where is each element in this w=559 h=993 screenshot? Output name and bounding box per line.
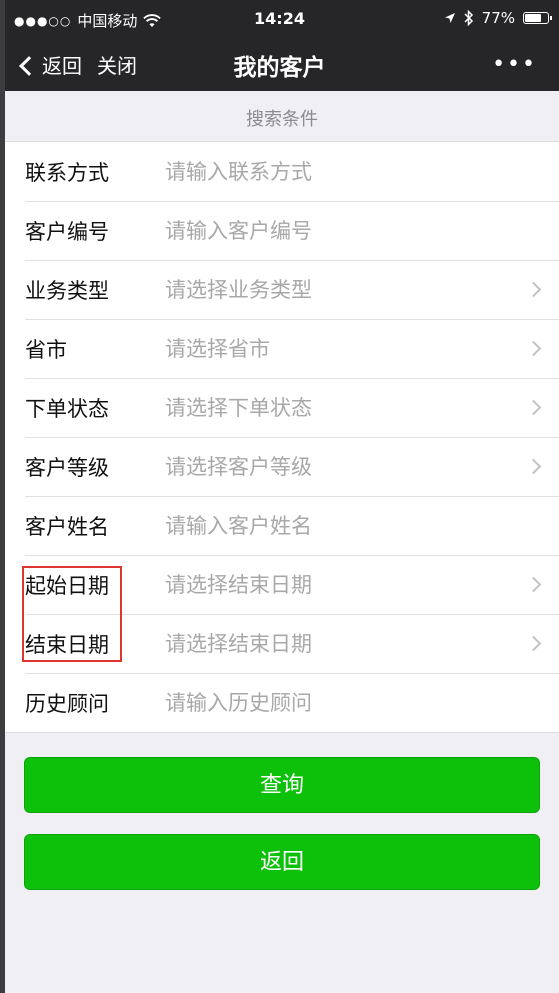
search-form: 联系方式客户编号业务类型省市下单状态客户等级客户姓名起始日期结束日期历史顾问: [5, 141, 559, 733]
field-label: 结束日期: [25, 632, 109, 657]
select-field[interactable]: [165, 395, 519, 420]
field-label: 起始日期: [25, 573, 109, 598]
select-field[interactable]: [165, 277, 519, 302]
chevron-right-icon: [525, 458, 542, 475]
search-criteria-header: 搜索条件: [246, 109, 318, 130]
status-right: 77%: [444, 9, 552, 27]
form-row[interactable]: 客户等级: [5, 437, 559, 496]
field-label: 省市: [25, 337, 67, 362]
battery-percent: 77%: [481, 9, 515, 27]
chevron-right-icon: [525, 281, 542, 298]
form-row[interactable]: 联系方式: [5, 142, 559, 201]
text-input[interactable]: [165, 159, 519, 184]
select-field[interactable]: [165, 572, 519, 597]
select-field[interactable]: [165, 336, 519, 361]
form-row[interactable]: 下单状态: [5, 378, 559, 437]
field-label: 客户姓名: [25, 514, 109, 539]
text-input[interactable]: [165, 218, 519, 243]
location-arrow-icon: [444, 13, 455, 23]
nav-bar: 返回 关闭 我的客户 •••: [0, 38, 559, 91]
page-title: 我的客户: [233, 55, 326, 81]
select-field[interactable]: [165, 631, 519, 656]
form-row[interactable]: 结束日期: [5, 614, 559, 673]
bluetooth-icon: [464, 10, 473, 26]
chevron-right-icon: [525, 340, 542, 357]
field-label: 业务类型: [25, 278, 109, 303]
battery-icon: [523, 12, 552, 24]
field-label: 联系方式: [25, 160, 109, 185]
battery-fill: [525, 14, 541, 22]
form-row[interactable]: 客户编号: [5, 201, 559, 260]
form-row[interactable]: 客户姓名: [5, 496, 559, 555]
form-row[interactable]: 业务类型: [5, 260, 559, 319]
form-row[interactable]: 起始日期: [5, 555, 559, 614]
text-input[interactable]: [165, 513, 519, 538]
return-button[interactable]: 返回: [24, 834, 540, 890]
field-label: 客户编号: [25, 219, 109, 244]
query-button[interactable]: 查询: [24, 757, 540, 813]
text-input[interactable]: [165, 690, 519, 715]
chevron-right-icon: [525, 635, 542, 652]
field-label: 历史顾问: [25, 691, 109, 716]
status-bar: ●●●○○ 中国移动 14:24 77%: [0, 0, 559, 38]
field-label: 客户等级: [25, 455, 109, 480]
form-row[interactable]: 省市: [5, 319, 559, 378]
more-options-icon[interactable]: •••: [492, 52, 537, 77]
form-row[interactable]: 历史顾问: [5, 673, 559, 732]
select-field[interactable]: [165, 454, 519, 479]
chevron-right-icon: [525, 399, 542, 416]
chevron-right-icon: [525, 576, 542, 593]
field-label: 下单状态: [25, 396, 109, 421]
window-frame: [0, 0, 5, 993]
